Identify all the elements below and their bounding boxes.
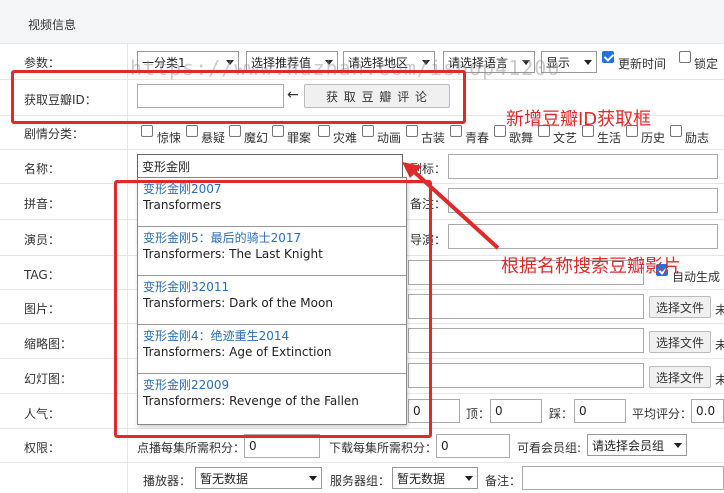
list-item[interactable]: 变形金刚4：绝迹重生2014 Transformers: Age of Exti…	[138, 325, 406, 374]
fetch-douban-button[interactable]: 获 取 豆 瓣 评 论	[304, 84, 450, 108]
player-select[interactable]: 暂无数据	[195, 467, 322, 489]
watermark: https://www.huzhan.com/ishop41200	[130, 56, 561, 80]
douban-id-input[interactable]	[137, 84, 284, 108]
douban-label: 获取豆瓣ID：	[24, 93, 97, 107]
genre-label-item: 魔幻	[244, 131, 269, 145]
genre-label: 剧情分类：	[24, 127, 85, 141]
list-item[interactable]: 变形金刚22009 Transformers: Revenge of the F…	[138, 374, 406, 423]
genre-label-item: 文艺	[553, 131, 578, 145]
result-title: 变形金刚4：绝迹重生2014	[143, 329, 290, 343]
play-points-label: 点播每集所需积分：	[137, 441, 246, 455]
genre-label-item: 青春	[465, 131, 490, 145]
list-item[interactable]: 变形金刚5：最后的骑士2017 Transformers: The Last K…	[138, 227, 406, 276]
result-title: 变形金刚5：最后的骑士2017	[143, 231, 302, 245]
chevron-down-icon	[584, 59, 592, 65]
result-title: 变形金刚2007	[143, 182, 222, 196]
list-item[interactable]: 变形金刚2007 Transformers	[138, 178, 406, 227]
genre-checkbox[interactable]	[229, 125, 241, 137]
chevron-down-icon	[465, 475, 473, 481]
player-note-label: 备注：	[485, 474, 522, 488]
genre-label-item: 励志	[685, 131, 710, 145]
server-select[interactable]: 暂无数据	[392, 467, 478, 489]
download-points-input[interactable]: 0	[436, 434, 510, 458]
genre-checkbox[interactable]	[406, 125, 418, 137]
genre-checkbox[interactable]	[450, 125, 462, 137]
up-input[interactable]: 0	[490, 399, 542, 423]
tag-label: TAG：	[24, 268, 60, 282]
genre-label-item: 生活	[597, 131, 622, 145]
thumb-no-file-label: 未	[715, 338, 724, 352]
genre-label-item: 悬疑	[201, 131, 226, 145]
chevron-down-icon	[309, 475, 317, 481]
player-label: 播放器：	[143, 474, 192, 488]
result-title: 变形金刚32011	[143, 280, 230, 294]
section-header: 视频信息	[0, 0, 724, 44]
server-label: 服务器组：	[330, 474, 391, 488]
result-subtitle: Transformers: The Last Knight	[143, 247, 323, 261]
name-label: 名称：	[24, 162, 61, 176]
genre-label-item: 罪案	[287, 131, 312, 145]
section-title: 视频信息	[28, 18, 77, 32]
thumb-choose-file-button[interactable]: 选择文件	[649, 331, 711, 353]
genre-label-item: 惊悚	[157, 131, 182, 145]
slide-label: 幻灯图：	[24, 372, 73, 386]
genre-checkbox[interactable]	[272, 125, 284, 137]
list-item[interactable]: 变形金刚32011 Transformers: Dark of the Moon	[138, 276, 406, 325]
genre-label-item: 历史	[641, 131, 666, 145]
genre-checkbox[interactable]	[141, 125, 153, 137]
pic-input[interactable]	[408, 294, 644, 319]
thumb-input[interactable]	[408, 328, 644, 353]
player-note-input[interactable]	[522, 466, 724, 490]
genre-label-item: 动画	[377, 131, 402, 145]
result-title: 变形金刚22009	[143, 378, 230, 392]
name-autocomplete-dropdown: 变形金刚2007 Transformers 变形金刚5：最后的骑士2017 Tr…	[137, 177, 407, 425]
genre-checkbox[interactable]	[362, 125, 374, 137]
permission-label: 权限：	[24, 441, 61, 455]
chevron-down-icon	[674, 442, 682, 448]
annotation-arrow-icon	[402, 162, 500, 250]
slide-input[interactable]	[408, 363, 644, 388]
result-subtitle: Transformers	[143, 198, 222, 212]
genre-checkbox[interactable]	[494, 125, 506, 137]
params-label: 参数：	[24, 56, 61, 70]
play-points-input[interactable]: 0	[244, 434, 320, 458]
thumb-label: 缩略图：	[24, 337, 73, 351]
slide-no-file-label: 未	[715, 373, 724, 387]
popularity-input[interactable]: 0	[408, 399, 460, 423]
pinyin-label: 拼音：	[24, 197, 61, 211]
result-subtitle: Transformers: Dark of the Moon	[143, 296, 333, 310]
search-annotation: 根据名称搜索豆瓣影片	[501, 256, 681, 277]
genre-checkbox[interactable]	[186, 125, 198, 137]
down-input[interactable]: 0	[574, 399, 626, 423]
member-group-label: 可看会员组:	[517, 441, 582, 455]
lock-label: 锁定	[694, 57, 719, 71]
name-input[interactable]: 变形金刚	[137, 154, 403, 179]
score-label: 平均评分：	[632, 407, 693, 421]
actors-label: 演员：	[24, 233, 61, 247]
result-subtitle: Transformers: Age of Extinction	[143, 345, 332, 359]
douban-annotation: 新增豆瓣ID获取框	[506, 109, 652, 130]
up-label: 顶：	[466, 407, 491, 421]
pic-no-file-label: 未	[715, 303, 724, 317]
update-time-checkbox[interactable]	[602, 51, 614, 63]
download-points-label: 下载每集所需积分：	[329, 441, 438, 455]
pic-choose-file-button[interactable]: 选择文件	[649, 296, 711, 318]
pic-label: 图片：	[24, 302, 61, 316]
genre-checkbox[interactable]	[318, 125, 330, 137]
member-group-select[interactable]: 请选择会员组	[587, 434, 687, 456]
result-subtitle: Transformers: Revenge of the Fallen	[143, 394, 359, 408]
genre-checkbox[interactable]	[670, 125, 682, 137]
update-time-label: 更新时间	[618, 57, 667, 71]
lock-checkbox[interactable]	[679, 51, 691, 63]
down-label: 踩：	[549, 407, 574, 421]
arrow-left-icon: ←	[287, 87, 299, 103]
genre-label-item: 古装	[421, 131, 446, 145]
popularity-label: 人气：	[24, 407, 61, 421]
genre-label-item: 灾难	[333, 131, 358, 145]
genre-label-item: 歌舞	[509, 131, 534, 145]
slide-choose-file-button[interactable]: 选择文件	[649, 366, 711, 388]
score-input[interactable]: 0.0	[691, 399, 724, 423]
